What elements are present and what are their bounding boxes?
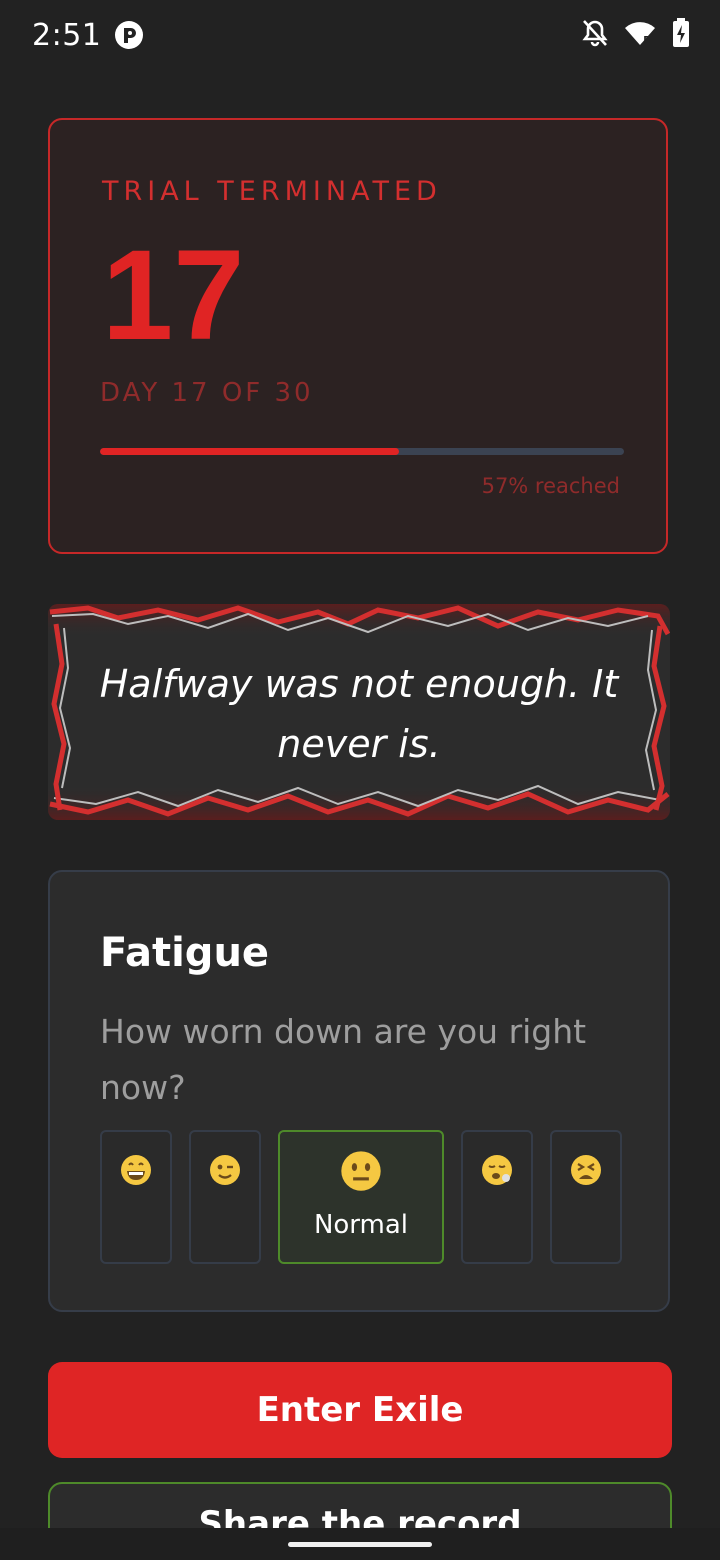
fatigue-option-5[interactable]: [550, 1130, 622, 1264]
trial-card: TRIAL TERMINATED 17 DAY 17 OF 30 57% rea…: [48, 118, 668, 554]
status-time: 2:51: [32, 18, 102, 53]
tired-face-icon: [552, 1154, 620, 1186]
trial-progress-fill: [100, 448, 399, 455]
fatigue-option-1[interactable]: [100, 1130, 172, 1264]
battery-charging-icon: [672, 17, 690, 53]
fatigue-option-label: Normal: [313, 1210, 409, 1240]
fatigue-option-3-selected[interactable]: Normal: [278, 1130, 444, 1264]
fatigue-option-2[interactable]: [189, 1130, 261, 1264]
trial-status-label: TRIAL TERMINATED: [102, 176, 442, 207]
winking-face-icon: [191, 1154, 259, 1186]
fatigue-card: Fatigue How worn down are you right now?: [48, 870, 670, 1312]
fatigue-title: Fatigue: [100, 930, 270, 976]
home-indicator[interactable]: [288, 1542, 432, 1547]
screen: 2:51 5 TRIAL TERMINATED 17 DAY 17 OF 30 …: [0, 0, 720, 1560]
trial-progress-bar: [100, 448, 624, 455]
exhausted-face-icon: [463, 1154, 531, 1186]
day-counter: 17: [102, 224, 245, 367]
quote-card: Halfway was not enough. It never is.: [48, 604, 670, 820]
fatigue-option-4[interactable]: [461, 1130, 533, 1264]
neutral-face-icon: [280, 1150, 442, 1192]
enter-exile-button[interactable]: Enter Exile: [48, 1362, 672, 1458]
status-icons: 5: [582, 17, 690, 53]
day-of-total: DAY 17 OF 30: [100, 378, 314, 408]
progress-label: 57% reached: [481, 474, 620, 498]
app-badge-icon: [114, 20, 144, 50]
wifi-icon: 5: [624, 20, 656, 51]
fatigue-question: How worn down are you right now?: [100, 1012, 587, 1107]
grinning-face-icon: [102, 1154, 170, 1186]
svg-text:5: 5: [643, 34, 651, 46]
notifications-off-icon: [582, 19, 608, 52]
status-bar: 2:51 5: [0, 0, 720, 72]
quote-text: Halfway was not enough. It never is.: [99, 662, 619, 766]
